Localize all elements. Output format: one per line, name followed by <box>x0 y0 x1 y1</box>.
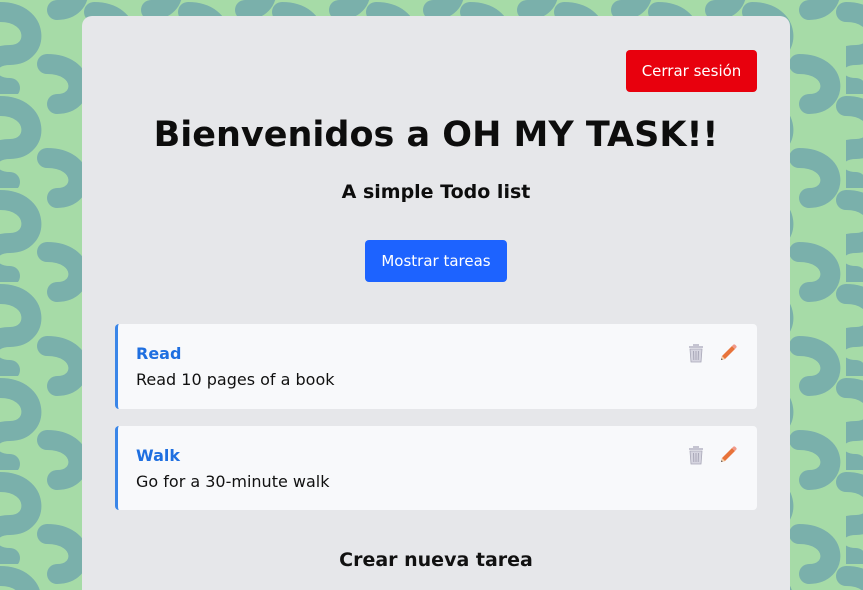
create-task-heading: Crear nueva tarea <box>339 549 533 571</box>
page-title: Bienvenidos a OH MY TASK!! <box>153 115 719 155</box>
task-description: Go for a 30-minute walk <box>136 472 330 491</box>
task-title: Read <box>136 344 182 363</box>
trash-icon[interactable] <box>686 343 706 363</box>
task-item: Walk Go for a 30-minute walk <box>115 426 757 510</box>
logout-button[interactable]: Cerrar sesión <box>626 50 757 92</box>
pencil-icon[interactable] <box>718 445 738 465</box>
page-subtitle: A simple Todo list <box>341 181 531 203</box>
task-item: Read Read 10 pages of a book <box>115 324 757 409</box>
main-card: Cerrar sesión Bienvenidos a OH MY TASK!!… <box>82 16 790 590</box>
pencil-icon[interactable] <box>718 343 738 363</box>
task-description: Read 10 pages of a book <box>136 370 335 389</box>
task-title: Walk <box>136 446 180 465</box>
show-tasks-button[interactable]: Mostrar tareas <box>365 240 507 282</box>
trash-icon[interactable] <box>686 445 706 465</box>
